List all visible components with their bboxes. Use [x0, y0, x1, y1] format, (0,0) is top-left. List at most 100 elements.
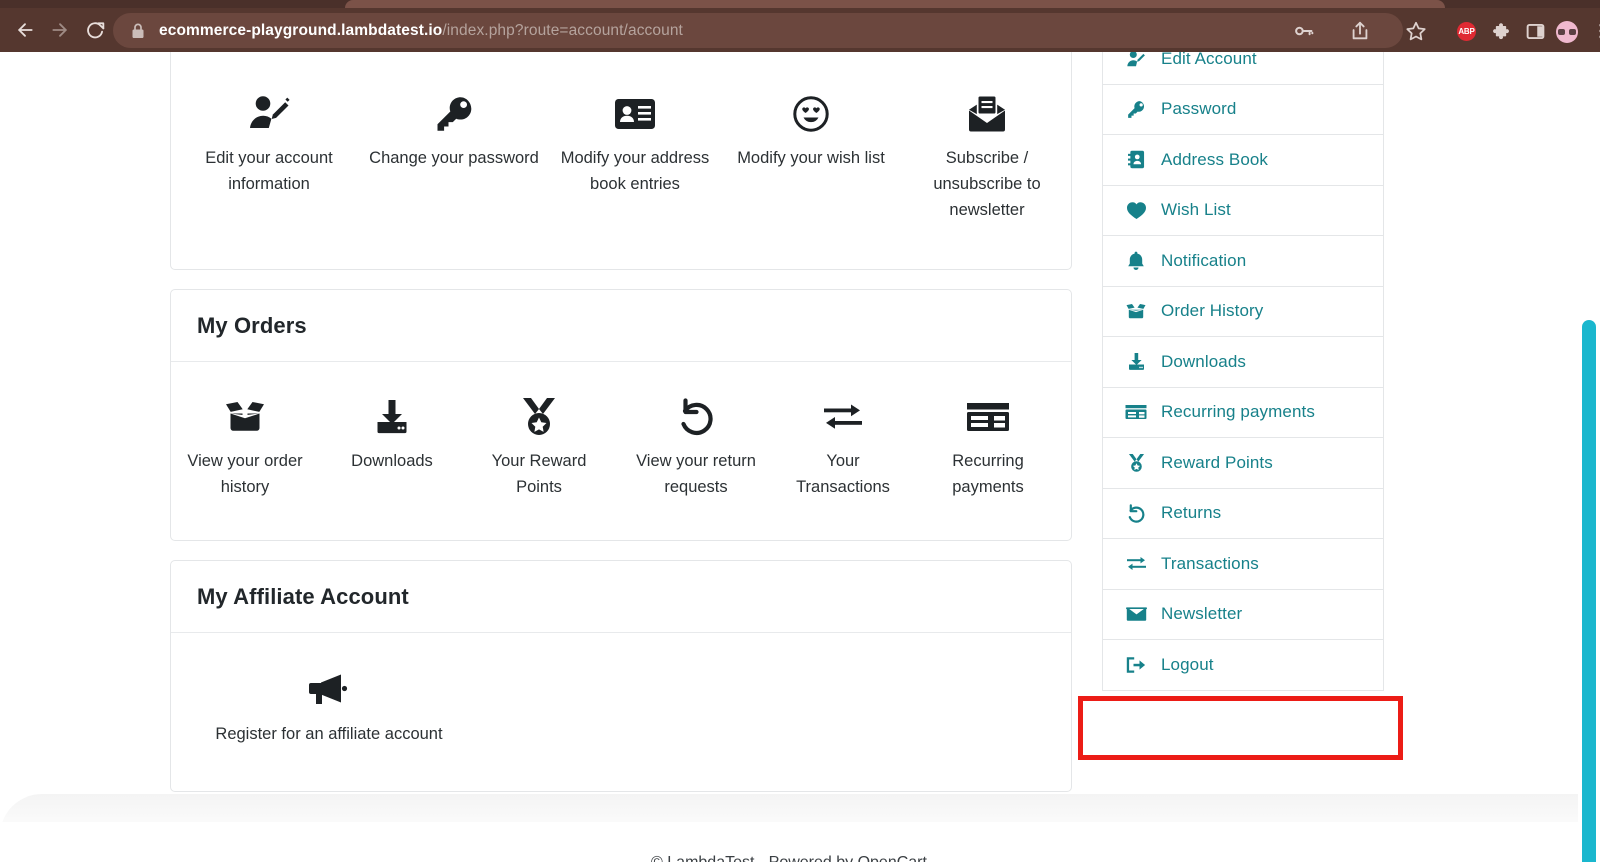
my-orders-tiles: View your order history Downloads Your R… [171, 362, 1071, 540]
exchange-arrows-icon [822, 394, 864, 440]
tile-downloads[interactable]: Downloads [332, 394, 452, 474]
tile-label: View your order history [187, 452, 303, 497]
envelope-icon [1125, 604, 1147, 624]
medal-star-icon [1125, 453, 1147, 473]
tab-strip [0, 0, 1600, 8]
avatar [1556, 21, 1578, 43]
sidebar-item-password[interactable]: Password [1102, 84, 1384, 135]
tile-edit-account[interactable]: Edit your account information [178, 91, 360, 197]
sidebar-item-downloads[interactable]: Downloads [1102, 337, 1384, 388]
sidebar-item-label: Address Book [1161, 149, 1269, 169]
sidebar-item-edit-account[interactable]: Edit Account [1102, 52, 1384, 85]
card-title: My Affiliate Account [197, 584, 409, 610]
megaphone-icon [307, 667, 351, 713]
passwords-icon[interactable] [1292, 19, 1316, 43]
tile-label: Change your password [369, 149, 539, 167]
download-icon [373, 394, 411, 440]
tile-label: Modify your wish list [737, 149, 885, 167]
profile-avatar-icon[interactable] [1556, 21, 1578, 43]
user-edit-icon [247, 91, 291, 137]
my-orders-header: My Orders [171, 290, 1071, 363]
tile-label: Your Reward Points [491, 452, 587, 497]
share-icon[interactable] [1348, 19, 1372, 43]
logout-highlight-annotation [1078, 696, 1403, 760]
open-box-icon [223, 394, 267, 440]
tile-return-requests[interactable]: View your return requests [626, 394, 766, 500]
undo-arrow-icon [676, 394, 716, 440]
tile-recurring-payments[interactable]: Recurring payments [928, 394, 1048, 500]
tile-row: Edit your account information Change you… [171, 91, 1071, 223]
sidebar-item-label: Returns [1161, 503, 1222, 523]
tile-register-affiliate[interactable]: Register for an affiliate account [189, 667, 469, 747]
tile-address-book[interactable]: Modify your address book entries [555, 91, 715, 197]
sidebar-item-transactions[interactable]: Transactions [1102, 539, 1384, 590]
sidebar-item-label: Recurring payments [1161, 402, 1315, 422]
back-button[interactable] [10, 15, 40, 45]
sidebar-item-label: Transactions [1161, 553, 1259, 573]
address-card-icon [614, 91, 656, 137]
smiley-heart-eyes-icon [792, 91, 830, 137]
sidebar-item-label: Order History [1161, 301, 1264, 321]
forward-button[interactable] [45, 15, 75, 45]
tile-newsletter[interactable]: Subscribe / unsubscribe to newsletter [907, 91, 1067, 223]
scrollbar-thumb[interactable] [1582, 320, 1596, 862]
sidebar-item-notification[interactable]: Notification [1102, 236, 1384, 287]
my-account-card: Edit your account information Change you… [170, 52, 1072, 271]
medal-star-icon [521, 394, 557, 440]
abp-extension-icon[interactable]: ABP [1457, 22, 1476, 41]
extensions-puzzle-icon[interactable] [1490, 19, 1514, 43]
user-edit-icon [1125, 52, 1147, 69]
sidebar-item-label: Logout [1161, 654, 1214, 674]
tile-label: Subscribe / unsubscribe to newsletter [933, 149, 1041, 220]
url-host: ecommerce-playground.lambdatest.io [159, 21, 443, 39]
sidebar-item-address-book[interactable]: Address Book [1102, 135, 1384, 186]
page-footer: © LambdaTest - Powered by OpenCart [0, 822, 1578, 862]
tile-change-password[interactable]: Change your password [369, 91, 539, 171]
tile-label: Recurring payments [952, 452, 1024, 497]
sidebar-item-recurring-payments[interactable]: Recurring payments [1102, 387, 1384, 438]
tile-reward-points[interactable]: Your Reward Points [479, 394, 599, 500]
key-icon [434, 91, 474, 137]
my-orders-card: My Orders View your order history Downlo… [170, 289, 1072, 542]
sidebar-item-logout[interactable]: Logout [1102, 640, 1384, 691]
open-envelope-icon [967, 91, 1007, 137]
bookmark-star-icon[interactable] [1404, 19, 1428, 43]
tile-label: Modify your address book entries [560, 149, 710, 194]
download-icon [1125, 352, 1147, 372]
my-affiliate-header: My Affiliate Account [171, 561, 1071, 634]
browser-chrome: ecommerce-playground.lambdatest.io/index… [0, 0, 1600, 52]
sidebar-item-newsletter[interactable]: Newsletter [1102, 589, 1384, 640]
url-text: ecommerce-playground.lambdatest.io/index… [159, 22, 683, 40]
address-book-icon [1125, 150, 1147, 170]
tile-label: Downloads [351, 452, 433, 471]
side-panel-icon[interactable] [1523, 19, 1547, 43]
tile-wish-list[interactable]: Modify your wish list [731, 91, 891, 171]
heart-icon [1125, 200, 1147, 220]
menu-dots-icon[interactable] [1589, 19, 1600, 43]
account-sidebar: Edit Account Password Address Book Wish … [1102, 52, 1384, 691]
tile-label: Register for an affiliate account [215, 725, 443, 744]
card-title: My Orders [197, 313, 307, 339]
page-viewport: Edit your account information Change you… [0, 52, 1600, 862]
account-main-column: Edit your account information Change you… [170, 52, 1072, 811]
sidebar-item-order-history[interactable]: Order History [1102, 286, 1384, 337]
sidebar-item-label: Downloads [1161, 351, 1247, 371]
exchange-arrows-icon [1125, 554, 1147, 574]
reload-button[interactable] [80, 15, 110, 45]
tile-order-history[interactable]: View your order history [185, 394, 305, 500]
sidebar-item-wish-list[interactable]: Wish List [1102, 185, 1384, 236]
credit-card-icon [1125, 402, 1147, 422]
tile-transactions[interactable]: Your Transactions [783, 394, 903, 500]
active-tab[interactable] [345, 0, 1445, 8]
tile-row: View your order history Downloads Your R… [171, 394, 1071, 500]
sidebar-item-label: Newsletter [1161, 604, 1243, 624]
tile-row: Register for an affiliate account [171, 667, 1071, 747]
sidebar-item-returns[interactable]: Returns [1102, 488, 1384, 539]
tile-label: Edit your account information [205, 149, 333, 194]
address-bar[interactable]: ecommerce-playground.lambdatest.io/index… [113, 13, 1403, 48]
url-path: /index.php?route=account/account [442, 21, 683, 39]
tile-label: Your Transactions [796, 452, 890, 497]
page-scrollbar[interactable] [1578, 104, 1600, 862]
tile-label: View your return requests [636, 452, 756, 497]
sidebar-item-reward-points[interactable]: Reward Points [1102, 438, 1384, 489]
